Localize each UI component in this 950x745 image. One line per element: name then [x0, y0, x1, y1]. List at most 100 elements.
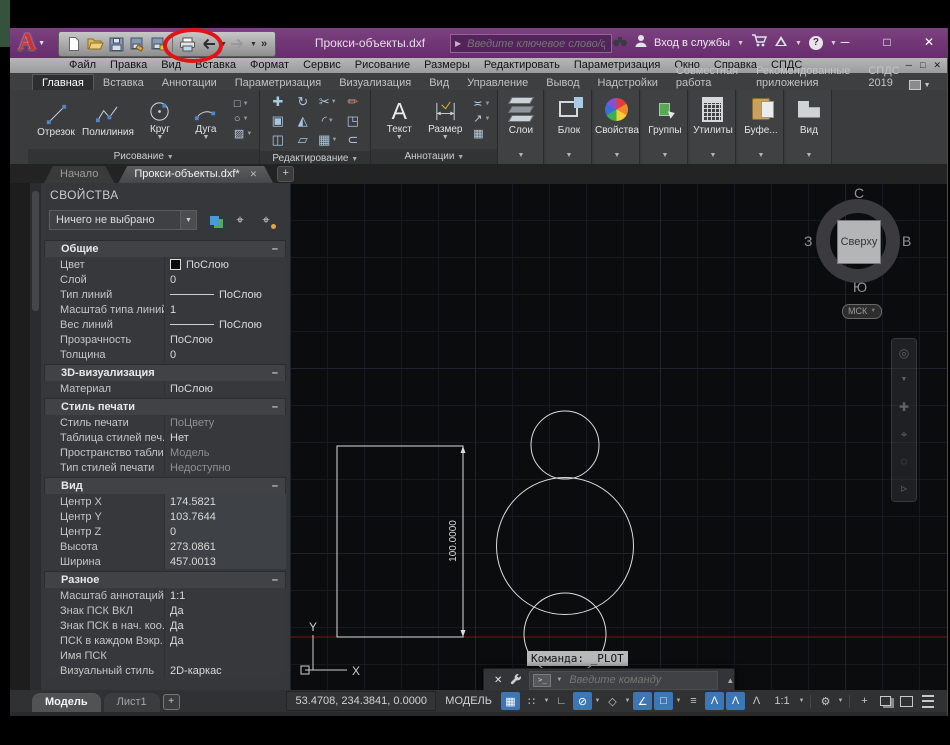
file-tab-start[interactable]: Начало [44, 166, 114, 183]
chevron-down-icon[interactable]: ▼ [661, 152, 668, 164]
ribbon-tab[interactable]: Аннотации [153, 75, 226, 90]
search-binoculars-icon[interactable] [612, 34, 628, 52]
box-3d-icon[interactable]: ◳ [340, 113, 365, 129]
chevron-down-icon[interactable]: ▼ [243, 113, 249, 126]
view-cube[interactable]: Сверху С В Ю З [816, 199, 900, 283]
ribbon-tab[interactable]: Параметризация [226, 75, 330, 90]
chevron-down-icon[interactable]: ▼ [484, 98, 490, 111]
grid-icon[interactable]: ▦ [501, 692, 520, 710]
mirror-icon[interactable]: ◭ [290, 113, 315, 129]
property-value[interactable]: 103.7644 [164, 509, 286, 524]
view-cube-north[interactable]: С [854, 185, 864, 201]
property-value[interactable]: 0 [164, 347, 286, 362]
panel-tile-utilities[interactable]: Утилиты▼ [690, 90, 736, 164]
menu-item[interactable]: Параметризация [567, 58, 667, 73]
sign-in-button[interactable]: Вход в службы [654, 37, 730, 49]
chevron-down-icon[interactable]: ▼ [709, 152, 716, 164]
collapse-icon[interactable]: – [272, 574, 278, 586]
property-value[interactable]: Нет [164, 430, 286, 445]
chevron-down-icon[interactable]: ▼ [331, 99, 337, 105]
dimension-button[interactable]: Размер▼ [422, 99, 468, 141]
copy-icon[interactable]: ▣ [265, 113, 290, 129]
close-button[interactable]: ✕ [921, 35, 937, 49]
panel-tile-view[interactable]: Вид▼ [786, 90, 832, 164]
ribbon-tab[interactable]: Рекомендованные приложения [747, 63, 859, 90]
undo-button[interactable] [199, 34, 217, 54]
move-icon[interactable]: ✚ [265, 94, 290, 110]
text-button[interactable]: AТекст▼ [376, 99, 422, 141]
chevron-down-icon[interactable]: ▼ [484, 113, 490, 126]
chevron-down-icon[interactable]: ▼ [613, 152, 620, 164]
property-value[interactable]: Да [164, 618, 286, 633]
annotation-visibility-icon[interactable]: Λ [705, 692, 724, 710]
chevron-down-icon[interactable]: ▼ [243, 98, 249, 111]
model-space-button[interactable]: МОДЕЛЬ [438, 695, 499, 707]
file-tab-active[interactable]: Прокси-объекты.dxf*✕ [118, 166, 273, 183]
save-button[interactable] [107, 34, 125, 54]
chevron-down-icon[interactable]: ▼ [180, 211, 196, 229]
collapse-icon[interactable]: – [272, 243, 278, 255]
annotation-scale-button[interactable]: 1:1 [768, 692, 796, 710]
circle-small[interactable] [531, 411, 599, 479]
property-value[interactable]: 1:1 [164, 588, 286, 603]
workspace-gear-icon[interactable]: ⚙ [816, 692, 835, 710]
chevron-down-icon[interactable]: ▼ [556, 677, 562, 683]
scale-icon[interactable]: ▱ [290, 132, 315, 148]
section-header[interactable]: Общие– [44, 240, 286, 257]
layout-tab-model[interactable]: Модель [32, 693, 101, 712]
section-header[interactable]: Стиль печати– [44, 398, 286, 415]
rotate-icon[interactable]: ↻ [290, 94, 315, 110]
undo-dropdown-icon[interactable]: ▼ [220, 41, 226, 48]
mdi-close-icon[interactable]: ✕ [933, 60, 941, 71]
property-value[interactable]: ПоЦвету [164, 415, 286, 430]
chevron-down-icon[interactable]: ▼ [565, 152, 572, 164]
close-tab-icon[interactable]: ✕ [250, 169, 258, 179]
property-value[interactable]: ПоСлою [164, 317, 286, 332]
view-cube-east[interactable]: В [902, 233, 911, 249]
maximize-button[interactable]: □ [879, 35, 895, 49]
chevron-down-icon[interactable]: ▼ [805, 152, 812, 164]
property-value[interactable]: ПоСлою [164, 381, 286, 396]
menu-item[interactable]: Редактировать [477, 58, 567, 73]
property-value[interactable]: 457.0013 [164, 554, 286, 569]
annotation-scale-person-icon[interactable]: Λ [747, 692, 766, 710]
property-value[interactable]: Да [164, 603, 286, 618]
menu-item[interactable]: Вид [154, 58, 188, 73]
isodraft-icon[interactable]: ◇ [603, 692, 622, 710]
panel-title-annotate[interactable]: Аннотации ▼ [371, 149, 497, 164]
new-layout-button[interactable]: + [163, 694, 180, 710]
object-snap-icon[interactable]: □ [654, 692, 673, 710]
redo-dropdown-icon[interactable]: ▼ [250, 41, 256, 48]
search-input[interactable] [465, 37, 607, 51]
ribbon-tab[interactable]: Вставка [94, 75, 153, 90]
help-icon[interactable]: ? [809, 36, 823, 50]
select-objects-icon[interactable]: ⌖ [231, 211, 249, 229]
customization-menu-icon[interactable] [918, 692, 937, 710]
zoom-icon[interactable]: ⌖ [901, 428, 908, 440]
customize-wrench-icon[interactable] [506, 674, 526, 686]
isolate-objects-icon[interactable] [876, 692, 895, 710]
new-file-button[interactable] [65, 34, 83, 54]
line-button[interactable]: Отрезок [33, 102, 79, 138]
save-all-button[interactable] [149, 34, 167, 54]
chevron-down-icon[interactable]: ▼ [757, 152, 764, 164]
view-cube-top-face[interactable]: Сверху [837, 220, 881, 264]
ribbon-tab[interactable]: Совместная работа [667, 63, 747, 90]
property-value[interactable]: Модель [164, 445, 286, 460]
a360-icon[interactable] [774, 34, 788, 52]
polar-tracking-icon-dropdown[interactable]: ▼ [594, 698, 601, 704]
property-value[interactable]: 0 [164, 272, 286, 287]
lineweight-icon[interactable]: ≡ [684, 692, 703, 710]
osnap-tracking-icon[interactable]: ∠ [633, 692, 652, 710]
property-value[interactable]: 273.0861 [164, 539, 286, 554]
erase-icon[interactable]: ✏ [340, 94, 365, 110]
command-prompt-icon[interactable]: >_ [533, 674, 551, 687]
panel-tile-clipboard[interactable]: Буфе...▼ [738, 90, 784, 164]
menu-item[interactable]: Формат [243, 58, 296, 73]
section-header[interactable]: Разное– [44, 571, 286, 588]
linear-dimension-icon[interactable]: ≍▼ [473, 98, 490, 111]
redo-button[interactable] [229, 34, 247, 54]
ribbon-tab[interactable]: СПДС 2019 [859, 63, 908, 90]
object-snap-icon-dropdown[interactable]: ▼ [675, 698, 682, 704]
property-value[interactable]: ПоСлою [164, 287, 286, 302]
